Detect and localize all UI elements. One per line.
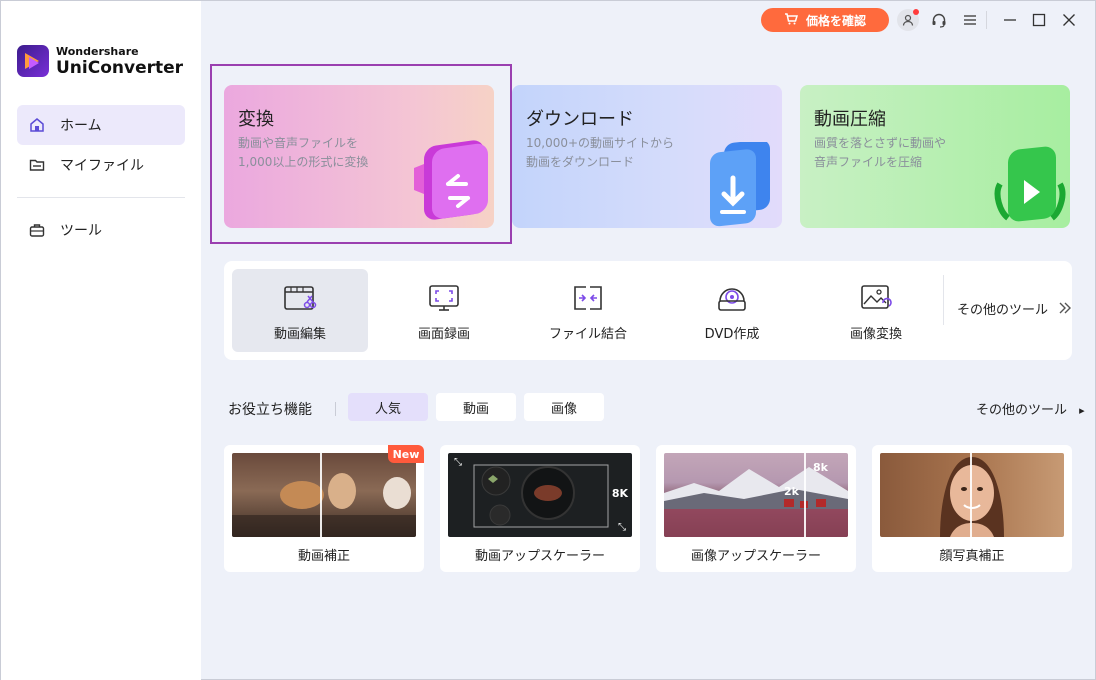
compress-card[interactable]: 動画圧縮 画質を落とさずに動画や音声ファイルを圧縮 (800, 85, 1070, 228)
tool-label: 画像変換 (849, 327, 902, 342)
product-name: UniConverter (56, 57, 184, 78)
upscale-2k-tag: 2k (784, 485, 799, 498)
chevron-right-icon: ▸ (1079, 404, 1085, 417)
tool-label: DVD作成 (704, 327, 760, 342)
features-more-label: その他のツール (976, 403, 1068, 418)
compare-split-line (320, 453, 322, 537)
tool-label: ファイル結合 (548, 327, 627, 342)
video-enhance-thumbnail (232, 453, 416, 537)
home-icon (29, 117, 45, 133)
dvd-icon (715, 283, 749, 313)
uniconverter-logo-icon (17, 45, 49, 77)
tab-image[interactable]: 画像 (524, 393, 604, 421)
features-heading: お役立ち機能 (228, 402, 312, 418)
upscale-8k-tag: 8k (813, 461, 828, 474)
minimize-icon[interactable] (999, 9, 1021, 31)
check-price-button[interactable]: 価格を確認 (761, 8, 889, 32)
card-title: 変換 (238, 109, 274, 130)
tool-image-convert[interactable]: 画像変換 (808, 269, 944, 352)
cart-icon (784, 12, 798, 28)
tool-video-edit[interactable]: 動画編集 (232, 269, 368, 352)
more-tools-label: その他のツール (957, 303, 1049, 318)
brand-name: Wondershare (56, 44, 139, 58)
user-icon[interactable] (897, 9, 919, 31)
video-upscaler-thumbnail: 8K ⤡ ⤡ (448, 453, 632, 537)
close-icon[interactable] (1058, 9, 1080, 31)
expand-arrow-icon: ⤡ (618, 522, 626, 533)
features-divider (335, 402, 336, 416)
convert-illustration-icon (414, 140, 488, 220)
face-enhance-thumbnail (880, 453, 1064, 537)
feature-card-video-upscaler[interactable]: 8K ⤡ ⤡ 動画アップスケーラー (440, 445, 640, 572)
sidebar-item-home[interactable]: ホーム (17, 105, 185, 145)
image-upscaler-thumbnail: 8k 2k (664, 453, 848, 537)
maximize-icon[interactable] (1028, 9, 1050, 31)
merge-icon (571, 283, 605, 313)
download-illustration-icon (710, 142, 770, 227)
compare-split-line (970, 453, 972, 537)
convert-card[interactable]: 変換 動画や音声ファイルを1,000以上の形式に変換 (224, 85, 494, 228)
feature-card-label: 画像アップスケーラー (690, 549, 821, 564)
titlebar-divider (986, 11, 987, 29)
feature-card-face-enhance[interactable]: 顔写真補正 (872, 445, 1072, 572)
sidebar-item-label: マイファイル (60, 158, 144, 174)
tools-divider (943, 275, 944, 325)
sidebar-item-tools[interactable]: ツール (17, 210, 185, 250)
download-card[interactable]: ダウンロード 10,000+の動画サイトから動画をダウンロード (512, 85, 782, 228)
folder-icon (29, 157, 45, 173)
tool-label: 動画編集 (273, 327, 326, 342)
screen-record-icon (427, 283, 461, 313)
feature-card-image-upscaler[interactable]: 8k 2k 画像アップスケーラー (656, 445, 856, 572)
tool-dvd[interactable]: DVD作成 (664, 269, 800, 352)
tab-popular[interactable]: 人気 (348, 393, 428, 421)
menu-icon[interactable] (959, 9, 981, 31)
feature-card-video-enhance[interactable]: New 動画補正 (224, 445, 424, 572)
sidebar-item-label: ツール (60, 223, 102, 239)
sidebar-divider (17, 197, 185, 198)
app-logo: Wondershare UniConverter (17, 45, 183, 77)
tool-merge[interactable]: ファイル結合 (520, 269, 656, 352)
check-price-label: 価格を確認 (805, 13, 866, 28)
sidebar: Wondershare UniConverter ホーム マイファイル ツール (1, 1, 201, 680)
double-chevron-right-icon (1058, 299, 1072, 318)
feature-card-label: 動画アップスケーラー (474, 549, 605, 564)
image-convert-icon (859, 283, 893, 313)
sidebar-item-myfiles[interactable]: マイファイル (17, 145, 185, 185)
compress-illustration-icon (994, 146, 1066, 222)
compare-split-line (804, 453, 806, 537)
tools-panel: 動画編集 画面録画 ファイル結合 DVD作成 画像変換 その他のツール (224, 261, 1072, 360)
features-more-link[interactable]: その他のツール ▸ (976, 399, 1085, 418)
expand-arrow-icon: ⤡ (454, 457, 462, 468)
card-description: 画質を落とさずに動画や音声ファイルを圧縮 (814, 136, 947, 169)
toolbox-icon (29, 222, 45, 238)
notification-dot (913, 9, 919, 15)
tool-label: 画面録画 (417, 327, 470, 342)
more-tools-link[interactable]: その他のツール (957, 299, 1072, 318)
app-window: Wondershare UniConverter ホーム マイファイル ツール (0, 0, 1096, 680)
feature-card-label: 顔写真補正 (939, 549, 1005, 564)
tab-video[interactable]: 動画 (436, 393, 516, 421)
card-title: 動画圧縮 (814, 109, 886, 130)
card-description: 10,000+の動画サイトから動画をダウンロード (526, 136, 675, 169)
card-description: 動画や音声ファイルを1,000以上の形式に変換 (238, 136, 369, 169)
tool-screen-record[interactable]: 画面録画 (376, 269, 512, 352)
upscale-8k-tag: 8K (611, 487, 628, 500)
feature-card-label: 動画補正 (297, 549, 350, 564)
new-badge: New (388, 445, 424, 463)
video-edit-icon (283, 283, 317, 313)
card-title: ダウンロード (526, 109, 634, 130)
headset-icon[interactable] (928, 9, 950, 31)
sidebar-item-label: ホーム (60, 118, 102, 134)
